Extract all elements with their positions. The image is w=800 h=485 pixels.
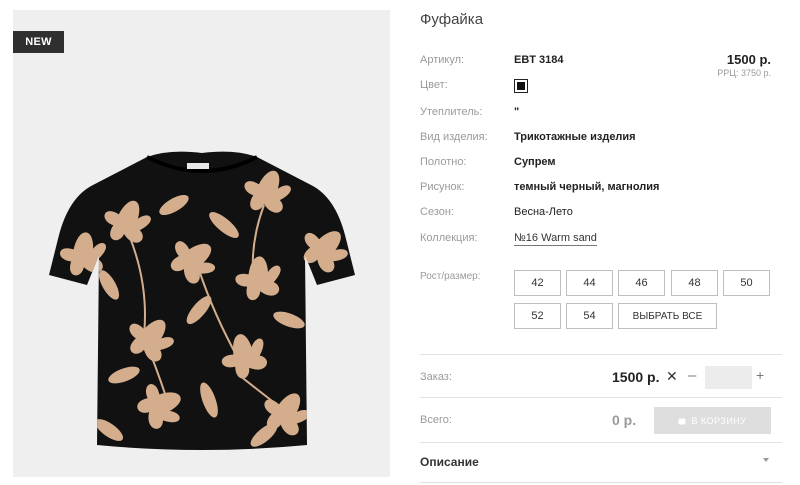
attr-row-season: Сезон: Весна-Лето (420, 206, 780, 224)
add-to-cart-label: В КОРЗИНУ (691, 415, 747, 426)
attr-value: Весна-Лето (514, 206, 573, 218)
size-button-48[interactable]: 48 (671, 270, 718, 296)
cart-icon (678, 418, 686, 424)
attr-label: Коллекция: (420, 232, 478, 244)
total-value: 0 р. (612, 412, 637, 428)
size-button-46[interactable]: 46 (618, 270, 665, 296)
attr-value: EBT 3184 (514, 54, 564, 66)
quantity-decrease-button[interactable]: – (688, 367, 696, 384)
attr-row-color: Цвет: (420, 79, 780, 97)
attr-value: Супрем (514, 156, 556, 168)
add-to-cart-button[interactable]: В КОРЗИНУ (654, 407, 771, 434)
size-button-50[interactable]: 50 (723, 270, 770, 296)
size-button-54[interactable]: 54 (566, 303, 613, 329)
size-button-52[interactable]: 52 (514, 303, 561, 329)
divider (420, 482, 782, 483)
quantity-input[interactable] (705, 366, 752, 389)
attr-value: темный черный, магнолия (514, 181, 660, 193)
divider (420, 354, 782, 355)
multiply-icon: ✕ (666, 368, 678, 384)
attr-label: Рисунок: (420, 181, 465, 193)
description-toggle[interactable]: Описание (420, 455, 479, 469)
attr-label: Сезон: (420, 206, 454, 218)
attr-row-article: Артикул: EBT 3184 (420, 54, 780, 72)
attr-row-pattern: Рисунок: темный черный, магнолия (420, 181, 780, 199)
quantity-increase-button[interactable]: + (756, 367, 764, 383)
product-image-pane: NEW (13, 10, 390, 477)
order-price: 1500 р. (612, 369, 660, 385)
collection-link[interactable]: №16 Warm sand (514, 232, 597, 246)
attr-label: Полотно: (420, 156, 467, 168)
divider (420, 442, 782, 443)
size-button-44[interactable]: 44 (566, 270, 613, 296)
attr-label: Утеплитель: (420, 106, 483, 118)
chevron-down-icon[interactable] (763, 458, 769, 462)
sizes-label: Рост/размер: (420, 271, 481, 282)
size-button-42[interactable]: 42 (514, 270, 561, 296)
attr-label: Цвет: (420, 79, 448, 91)
color-swatch[interactable] (514, 79, 528, 93)
attr-row-type: Вид изделия: Трикотажные изделия (420, 131, 780, 149)
attr-value: " (514, 106, 520, 118)
attr-label: Артикул: (420, 54, 465, 66)
attr-row-fabric: Полотно: Супрем (420, 156, 780, 174)
total-label: Всего: (420, 414, 452, 426)
product-photo[interactable] (49, 145, 355, 450)
divider (420, 397, 782, 398)
product-title: Фуфайка (420, 11, 484, 28)
order-label: Заказ: (420, 371, 452, 383)
attr-value: Трикотажные изделия (514, 131, 636, 143)
attr-row-collection: Коллекция: №16 Warm sand (420, 232, 780, 250)
new-badge: NEW (13, 31, 64, 53)
attr-row-insulation: Утеплитель: " (420, 106, 780, 124)
select-all-sizes-button[interactable]: ВЫБРАТЬ ВСЕ (618, 303, 717, 329)
attr-label: Вид изделия: (420, 131, 488, 143)
